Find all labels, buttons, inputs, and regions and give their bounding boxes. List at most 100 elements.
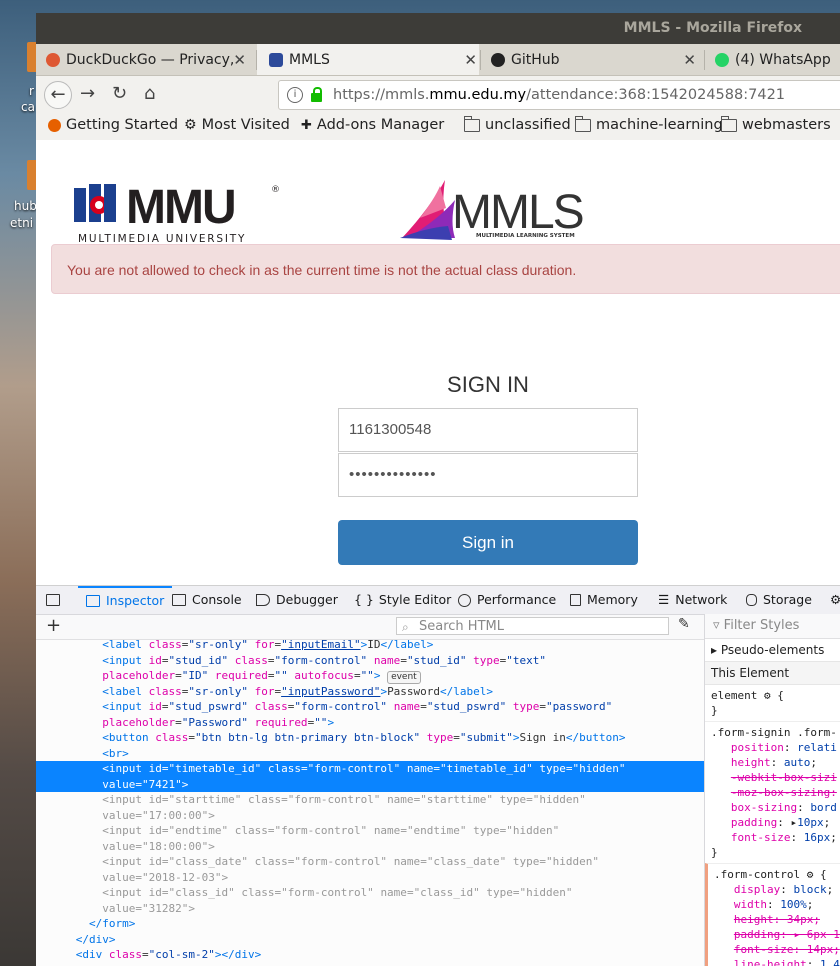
markup-line[interactable]: placeholder="ID" required="" autofocus="… <box>36 668 704 684</box>
bookmark-most-visited[interactable]: ⚙ Most Visited <box>184 117 290 133</box>
rule-element[interactable]: element ⚙ { } <box>705 685 840 721</box>
bookmark-getting-started[interactable]: Getting Started <box>48 117 178 133</box>
bookmark-addons-manager[interactable]: ✚ Add-ons Manager <box>301 117 444 133</box>
desktop-label: r <box>29 84 34 98</box>
svg-text:MULTIMEDIA UNIVERSITY: MULTIMEDIA UNIVERSITY <box>78 233 246 244</box>
puzzle-icon: ✚ <box>301 117 312 133</box>
firefox-window: MMLS - Mozilla Firefox DuckDuckGo — Priv… <box>36 13 840 966</box>
tab-label: GitHub <box>511 51 560 68</box>
markup-line[interactable]: value="17:00:00"> <box>36 808 704 824</box>
error-alert: You are not allowed to check in as the c… <box>51 244 840 294</box>
tab-performance[interactable]: Performance <box>458 586 556 614</box>
markup-line[interactable]: <div class="col-sm-2"></div> <box>36 947 704 963</box>
markup-line[interactable]: placeholder="Password" required=""> <box>36 715 704 731</box>
network-icon: ☰ <box>658 592 670 607</box>
search-html-input[interactable]: ⌕ Search HTML <box>396 617 669 635</box>
home-button[interactable]: ⌂ <box>144 84 155 104</box>
folder-icon <box>720 115 737 132</box>
event-badge[interactable]: event <box>387 671 421 684</box>
bookmarks-toolbar: Getting Started ⚙ Most Visited ✚ Add-ons… <box>36 112 840 141</box>
markup-line[interactable]: <label class="sr-only" for="inputPasswor… <box>36 684 704 700</box>
chip-icon <box>570 594 581 606</box>
tab-github[interactable]: GitHub ✕ <box>481 44 701 75</box>
tab-inspector[interactable]: Inspector <box>78 586 173 614</box>
sign-in-button[interactable]: Sign in <box>338 520 638 565</box>
markup-line[interactable]: <input id="stud_pswrd" class="form-contr… <box>36 699 704 715</box>
mmls-icon <box>269 52 283 67</box>
mmu-logo: MMU ® MULTIMEDIA UNIVERSITY <box>74 180 284 248</box>
bookmark-folder-webmasters[interactable]: webmasters <box>720 115 831 133</box>
html-markup-tree[interactable]: <label class="sr-only" for="inputEmail">… <box>36 639 704 966</box>
markup-line[interactable]: <input id="class_id" class="form-control… <box>36 885 704 901</box>
markup-line[interactable]: </form> <box>36 916 704 932</box>
info-icon[interactable]: i <box>287 87 303 103</box>
rule-form-signin[interactable]: .form-signin .form- position: relati hei… <box>705 721 840 863</box>
web-page: MMU ® MULTIMEDIA UNIVERSITY MMLS MULTIME… <box>36 140 840 585</box>
picker-icon <box>46 594 60 606</box>
mmls-logo-mark-icon: MMLS MULTIMEDIA LEARNING SYSTEM <box>400 180 585 240</box>
close-icon[interactable]: ✕ <box>464 51 477 69</box>
page-title: SIGN IN <box>447 372 529 397</box>
markup-line[interactable]: <br> <box>36 746 704 762</box>
tab-network[interactable]: ☰ Network <box>658 586 727 614</box>
navigation-toolbar: ← → ↻ ⌂ i https://mmls.mmu.edu.my/attend… <box>36 76 840 112</box>
markup-line[interactable]: value="31282"> <box>36 901 704 917</box>
bookmark-folder-unclassified[interactable]: unclassified <box>463 115 571 133</box>
markup-line-selected[interactable]: <input id="timetable_id" class="form-con… <box>36 761 704 777</box>
whatsapp-icon <box>715 52 729 67</box>
markup-line-selected[interactable]: value="7421"> <box>36 776 704 792</box>
lock-icon[interactable] <box>311 86 322 102</box>
close-icon[interactable]: ✕ <box>683 51 696 69</box>
pseudo-elements-toggle[interactable]: ▸ Pseudo-elements <box>705 639 840 662</box>
student-id-input[interactable]: 1161300548 <box>338 408 638 452</box>
element-picker-button[interactable] <box>46 586 60 614</box>
tab-style-editor[interactable]: { } Style Editor <box>354 586 451 614</box>
markup-line[interactable]: <input id="stud_id" class="form-control"… <box>36 653 704 669</box>
overflow-icon: ⚙ <box>830 592 840 607</box>
tab-label: (4) WhatsApp <box>735 51 831 68</box>
window-title: MMLS - Mozilla Firefox <box>623 20 802 36</box>
url-bar[interactable]: i https://mmls.mmu.edu.my/attendance:368… <box>278 80 840 110</box>
filter-styles-input[interactable]: ▿ Filter Styles <box>705 614 840 639</box>
title-bar[interactable]: MMLS - Mozilla Firefox <box>36 13 840 44</box>
back-button[interactable]: ← <box>44 81 72 109</box>
inspector-icon <box>86 595 100 607</box>
filter-icon: ▿ <box>713 618 724 633</box>
svg-text:MULTIMEDIA LEARNING SYSTEM: MULTIMEDIA LEARNING SYSTEM <box>476 233 575 239</box>
tab-mmls[interactable]: MMLS ✕ <box>257 44 479 75</box>
markup-line[interactable]: <label class="sr-only" for="inputEmail">… <box>36 639 704 653</box>
rule-form-control[interactable]: .form-control ⚙ { display: block; width:… <box>705 863 840 966</box>
github-icon <box>491 52 505 67</box>
this-element-header: This Element <box>705 662 840 685</box>
markup-line[interactable]: </div> <box>36 932 704 948</box>
markup-line[interactable]: <input id="class_date" class="form-contr… <box>36 854 704 870</box>
svg-text:MMLS: MMLS <box>452 186 583 239</box>
mmu-logo-mark-icon: MMU ® MULTIMEDIA UNIVERSITY <box>74 181 280 245</box>
add-node-button[interactable]: + <box>46 615 61 637</box>
markup-line[interactable]: <button class="btn btn-lg btn-primary bt… <box>36 730 704 746</box>
devtools-panel: Inspector Console Debugger { } Style Edit… <box>36 585 840 966</box>
tab-debugger[interactable]: Debugger <box>256 586 338 614</box>
desktop-label: ca <box>21 100 35 114</box>
search-icon: ⌕ <box>402 620 409 634</box>
tab-label: DuckDuckGo — Privacy, <box>66 51 235 68</box>
markup-line[interactable]: value="2018-12-03"> <box>36 870 704 886</box>
markup-line[interactable]: <input id="endtime" class="form-control"… <box>36 823 704 839</box>
tab-whatsapp[interactable]: (4) WhatsApp <box>705 44 840 75</box>
tab-duckduckgo[interactable]: DuckDuckGo — Privacy, ✕ <box>36 44 252 75</box>
tab-console[interactable]: Console <box>172 586 242 614</box>
forward-button[interactable]: → <box>80 84 95 104</box>
markup-line[interactable]: <input id="starttime" class="form-contro… <box>36 792 704 808</box>
close-icon[interactable]: ✕ <box>233 51 246 69</box>
reload-button[interactable]: ↻ <box>112 84 127 104</box>
eyedropper-icon[interactable]: ✎ <box>678 616 690 632</box>
tab-more[interactable]: ⚙ <box>830 586 840 614</box>
desktop-label: etni <box>10 216 34 230</box>
tab-memory[interactable]: Memory <box>570 586 638 614</box>
tab-storage[interactable]: Storage <box>746 586 812 614</box>
mmls-logo: MMLS MULTIMEDIA LEARNING SYSTEM <box>400 178 600 248</box>
password-input[interactable]: •••••••••••••• <box>338 453 638 497</box>
bookmark-folder-machine-learning[interactable]: machine-learning <box>574 115 723 133</box>
svg-text:®: ® <box>271 185 280 195</box>
markup-line[interactable]: value="18:00:00"> <box>36 839 704 855</box>
